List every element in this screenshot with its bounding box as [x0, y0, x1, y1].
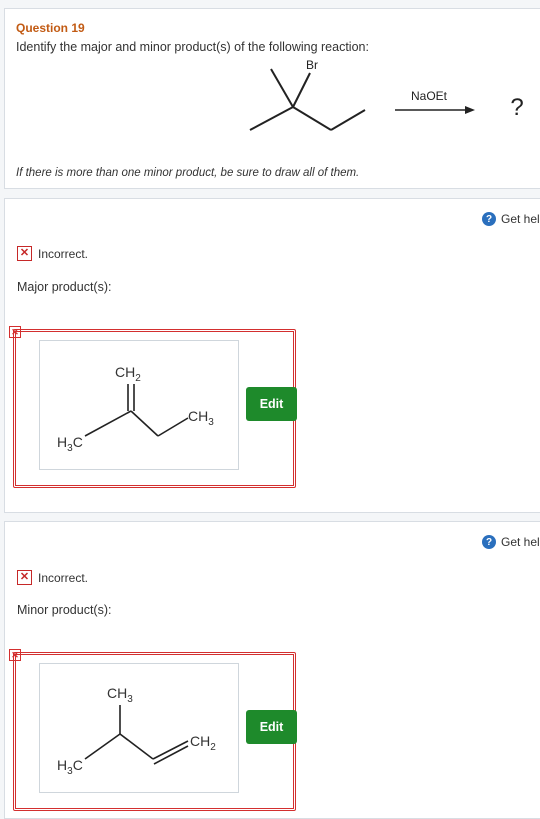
status-incorrect: ✕ Incorrect.: [17, 570, 88, 585]
get-help-label: Get help: [501, 212, 540, 226]
bond-to-br: [292, 72, 311, 108]
reagent-label: NaOEt: [411, 89, 448, 103]
arrow-head: [465, 106, 475, 114]
get-help-link[interactable]: ? Get help: [482, 212, 540, 226]
major-answer-box: CH2 CH3 H3C Edit: [13, 329, 297, 488]
get-help-label: Get help: [501, 535, 540, 549]
reaction-scheme: Br NaOEt ?: [249, 58, 524, 131]
bond: [330, 109, 366, 131]
bond: [292, 106, 332, 131]
group-left: H3C: [57, 434, 83, 454]
question-panel: Question 19 Identify the major and minor…: [4, 8, 540, 189]
bond: [249, 106, 294, 131]
unknown-product: ?: [510, 94, 523, 121]
bond: [130, 410, 159, 437]
bond: [270, 68, 294, 108]
status-incorrect: ✕ Incorrect.: [17, 246, 88, 261]
x-icon: ✕: [17, 246, 32, 261]
minor-structure-canvas[interactable]: CH3 CH2 H3C: [39, 663, 239, 793]
instruction-note: If there is more than one minor product,…: [16, 167, 360, 179]
minor-answer-box: CH3 CH2 H3C Edit: [13, 652, 297, 811]
minor-answer-panel: ? Get help ✕ Incorrect. Minor product(s)…: [4, 521, 540, 819]
status-text: Incorrect.: [38, 246, 89, 261]
edit-button[interactable]: Edit: [246, 387, 297, 421]
bond: [84, 410, 132, 437]
help-icon: ?: [482, 535, 496, 549]
group-right: CH3: [188, 408, 214, 428]
get-help-link[interactable]: ? Get help: [482, 535, 540, 549]
edit-button[interactable]: Edit: [246, 710, 297, 744]
double-bond-line: [152, 740, 189, 760]
group-left: H3C: [57, 757, 83, 777]
group-right: CH2: [190, 733, 216, 753]
minor-product-label: Minor product(s):: [17, 603, 112, 617]
help-icon: ?: [482, 212, 496, 226]
bond: [119, 733, 154, 760]
group-top: CH3: [107, 685, 133, 705]
major-answer-panel: ? Get help ✕ Incorrect. Major product(s)…: [4, 198, 540, 513]
major-structure: CH2 CH3 H3C: [57, 364, 214, 454]
minor-structure: CH3 CH2 H3C: [57, 685, 216, 777]
x-icon: ✕: [17, 570, 32, 585]
bromine-label: Br: [306, 58, 318, 72]
group-top: CH2: [115, 364, 141, 384]
status-text: Incorrect.: [38, 570, 89, 585]
bond: [84, 733, 121, 760]
major-structure-canvas[interactable]: CH2 CH3 H3C: [39, 340, 239, 470]
bond: [157, 417, 189, 437]
major-product-label: Major product(s):: [17, 280, 112, 294]
